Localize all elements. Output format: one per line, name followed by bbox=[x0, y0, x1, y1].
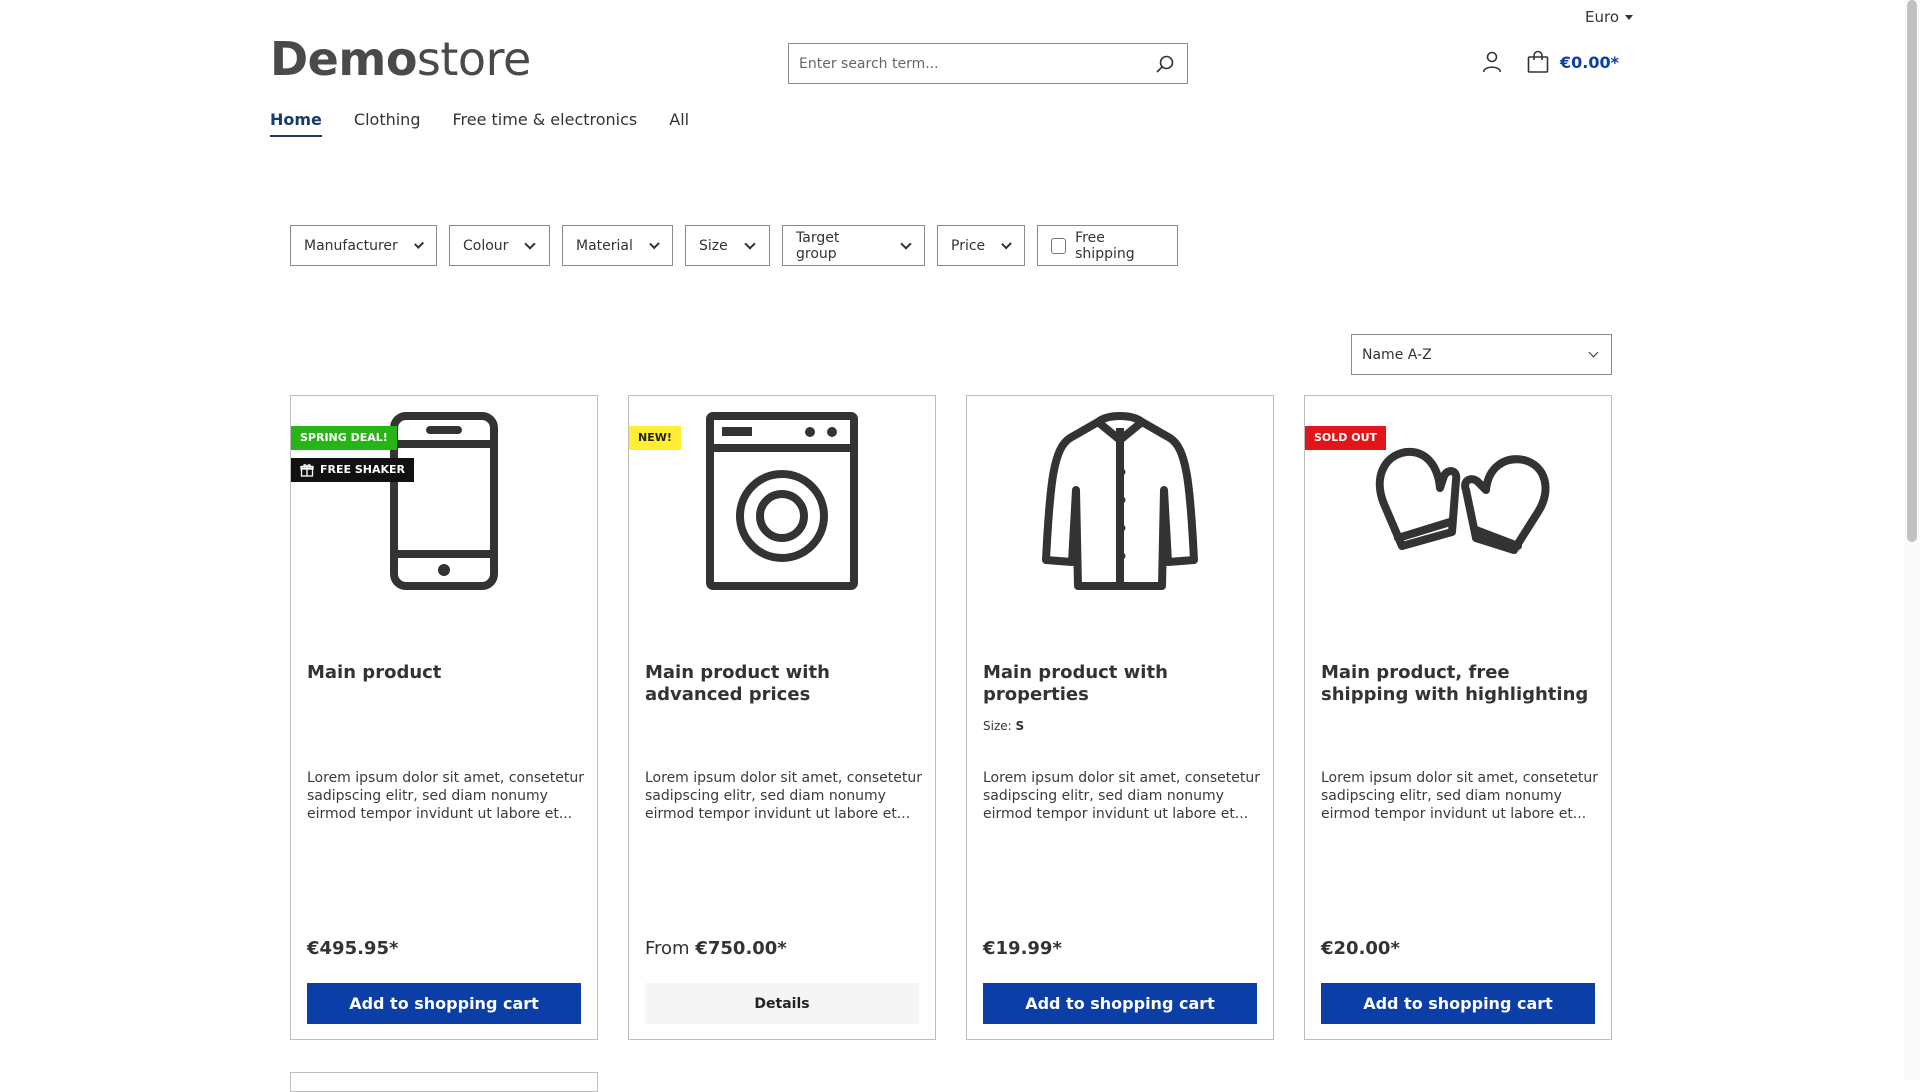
add-to-cart-button[interactable]: Add to shopping cart bbox=[307, 983, 581, 1024]
jacket-icon bbox=[1042, 412, 1198, 590]
chevron-down-icon bbox=[900, 237, 912, 250]
add-to-cart-button[interactable]: Add to shopping cart bbox=[1321, 983, 1595, 1024]
badge-new: NEW! bbox=[629, 426, 681, 450]
filter-manufacturer[interactable]: Manufacturer bbox=[290, 225, 437, 266]
badge-label: FREE SHAKER bbox=[320, 463, 405, 476]
product-price: €495.95* bbox=[307, 938, 398, 959]
product-description: Lorem ipsum dolor sit amet, consetetur s… bbox=[983, 770, 1261, 822]
product-card-partial bbox=[290, 1072, 598, 1092]
filter-target-group[interactable]: Target group bbox=[782, 225, 925, 266]
product-image[interactable] bbox=[967, 396, 1273, 606]
product-name[interactable]: Main product bbox=[307, 662, 577, 684]
shopping-bag-icon bbox=[1527, 50, 1549, 73]
main-navigation: Home Clothing Free time & electronics Al… bbox=[270, 110, 689, 137]
search-icon bbox=[1156, 55, 1174, 73]
product-name[interactable]: Main product, free shipping with highlig… bbox=[1321, 662, 1591, 706]
search-button[interactable] bbox=[1143, 44, 1187, 83]
price-prefix: From bbox=[645, 938, 690, 959]
account-button[interactable] bbox=[1480, 50, 1504, 74]
sort-selected: Name A-Z bbox=[1362, 346, 1432, 363]
chevron-down-icon bbox=[1001, 238, 1012, 249]
chevron-down-icon bbox=[524, 237, 537, 250]
product-price: €19.99* bbox=[983, 938, 1062, 959]
filter-free-shipping[interactable]: Free shipping bbox=[1037, 225, 1178, 266]
filter-label: Material bbox=[576, 237, 633, 254]
filter-label: Manufacturer bbox=[304, 237, 398, 254]
product-price: €20.00* bbox=[1321, 938, 1400, 959]
caret-down-icon bbox=[1625, 14, 1633, 20]
filter-colour[interactable]: Colour bbox=[449, 225, 550, 266]
logo-light: store bbox=[416, 32, 531, 86]
badge-sold-out: SOLD OUT bbox=[1305, 426, 1387, 450]
details-button[interactable]: Details bbox=[645, 983, 919, 1024]
smartphone-icon bbox=[390, 412, 498, 590]
currency-selector[interactable]: Euro bbox=[1585, 8, 1633, 26]
store-logo[interactable]: Demostore bbox=[270, 34, 531, 84]
logo-bold: Demo bbox=[270, 32, 417, 86]
product-card: SOLD OUT Main product, free shipping wit… bbox=[1304, 395, 1612, 1040]
add-to-cart-button[interactable]: Add to shopping cart bbox=[983, 983, 1257, 1024]
chevron-down-icon bbox=[744, 237, 756, 250]
product-property: Size: S bbox=[983, 719, 1024, 733]
free-shipping-checkbox[interactable] bbox=[1051, 237, 1067, 254]
filter-label: Price bbox=[951, 237, 986, 254]
chevron-down-icon bbox=[1588, 347, 1599, 358]
nav-item-home[interactable]: Home bbox=[270, 110, 322, 137]
user-icon bbox=[1482, 51, 1502, 73]
product-card: Main product with properties Size: S Lor… bbox=[966, 395, 1274, 1040]
price-value: €750.00* bbox=[695, 938, 787, 959]
badge-spring-deal: SPRING DEAL! bbox=[291, 426, 397, 450]
product-card: NEW! Main product with advanced prices L… bbox=[628, 395, 936, 1040]
product-description: Lorem ipsum dolor sit amet, consetetur s… bbox=[307, 770, 585, 822]
product-name[interactable]: Main product with properties bbox=[983, 662, 1253, 706]
cart-button[interactable]: €0.00* bbox=[1526, 50, 1619, 74]
search-input[interactable] bbox=[789, 44, 1143, 83]
filter-price[interactable]: Price bbox=[937, 225, 1025, 266]
badge-free-shaker: FREE SHAKER bbox=[291, 458, 414, 482]
filter-panel: Manufacturer Colour Material Size Target… bbox=[290, 225, 1178, 266]
product-description: Lorem ipsum dolor sit amet, consetetur s… bbox=[1321, 770, 1599, 822]
property-label: Size: bbox=[983, 719, 1012, 733]
product-description: Lorem ipsum dolor sit amet, consetetur s… bbox=[645, 770, 923, 822]
nav-item-free-time-electronics[interactable]: Free time & electronics bbox=[452, 110, 637, 137]
filter-material[interactable]: Material bbox=[562, 225, 673, 266]
product-card: SPRING DEAL! FREE SHAKER Main product Lo… bbox=[290, 395, 598, 1040]
sort-select[interactable]: Name A-Z bbox=[1351, 334, 1612, 375]
filter-label: Colour bbox=[463, 237, 509, 254]
filter-label: Free shipping bbox=[1075, 229, 1135, 262]
currency-label: Euro bbox=[1585, 8, 1619, 26]
filter-size[interactable]: Size bbox=[685, 225, 770, 266]
property-value: S bbox=[1015, 719, 1025, 733]
gift-icon bbox=[300, 464, 314, 477]
chevron-down-icon bbox=[413, 238, 424, 249]
mittens-icon bbox=[1375, 447, 1550, 554]
washing-machine-icon bbox=[706, 412, 858, 590]
product-name[interactable]: Main product with advanced prices bbox=[645, 662, 915, 706]
nav-item-clothing[interactable]: Clothing bbox=[354, 110, 421, 137]
price-value: €19.99* bbox=[983, 938, 1062, 959]
nav-item-all[interactable]: All bbox=[669, 110, 689, 137]
search-bar bbox=[788, 43, 1188, 84]
filter-label: Target group bbox=[796, 229, 840, 262]
scrollbar-thumb[interactable] bbox=[1907, 0, 1917, 542]
chevron-down-icon bbox=[649, 238, 660, 249]
filter-label: Size bbox=[699, 237, 728, 254]
price-value: €495.95* bbox=[307, 938, 399, 959]
price-value: €20.00* bbox=[1321, 938, 1400, 959]
product-price: From €750.00* bbox=[645, 938, 787, 959]
cart-total: €0.00* bbox=[1560, 52, 1619, 72]
